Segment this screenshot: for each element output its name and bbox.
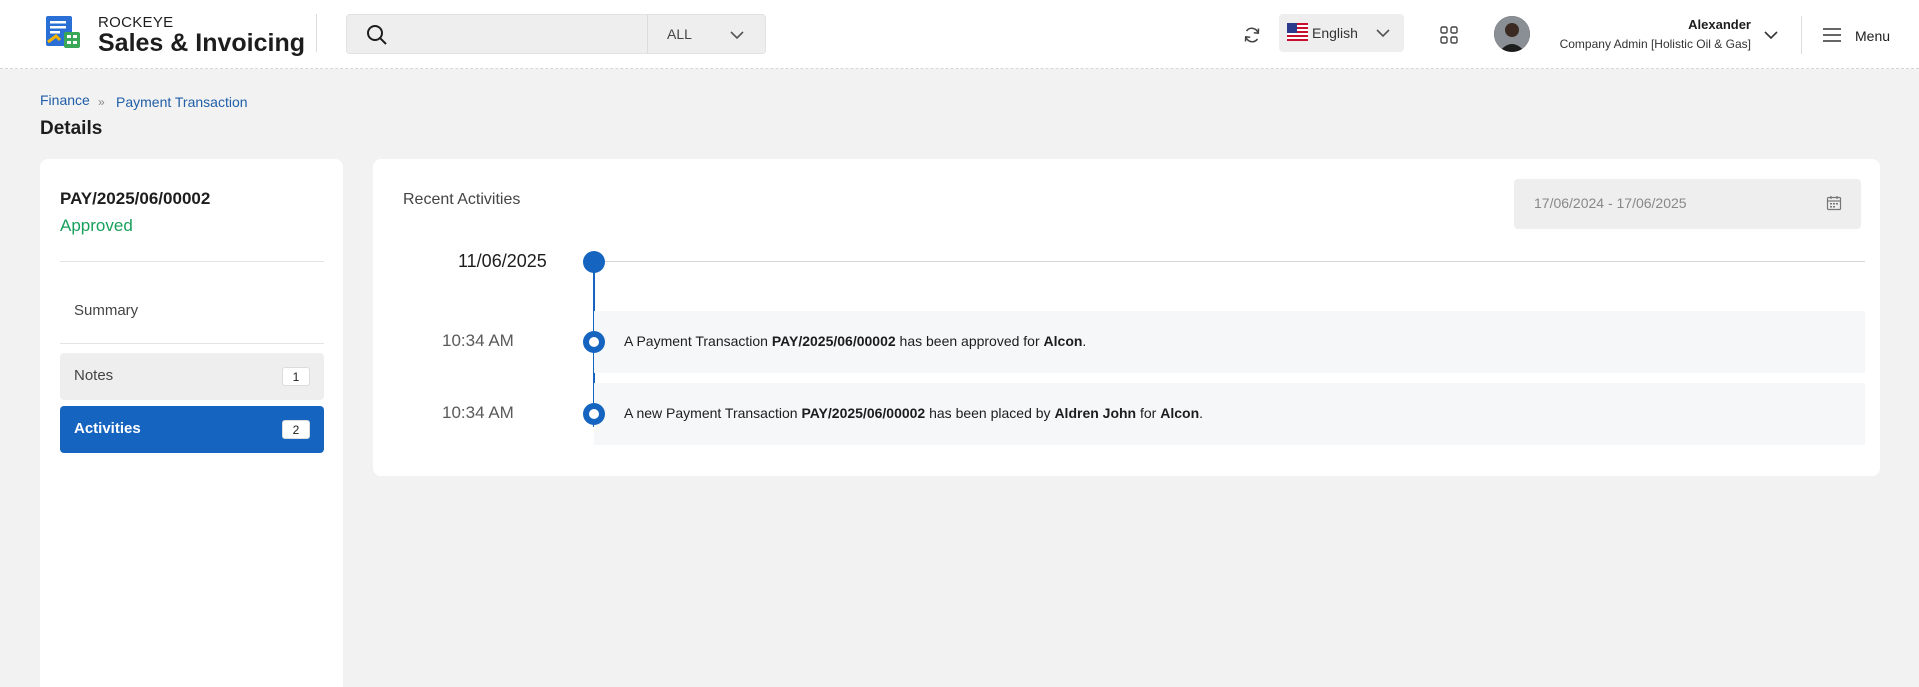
chevron-down-icon [730, 31, 744, 40]
hamburger-menu-icon[interactable] [1822, 27, 1842, 43]
sidebar-item-label: Summary [74, 302, 139, 319]
activity-time: 10:34 AM [442, 403, 514, 422]
header-divider [1801, 16, 1802, 54]
status-badge: Approved [60, 216, 133, 235]
activity-text: A Payment Transaction PAY/2025/06/00002 … [624, 333, 1087, 349]
breadcrumb-finance[interactable]: Finance [40, 92, 90, 108]
activity-time: 10:34 AM [442, 331, 514, 350]
section-title: Recent Activities [403, 191, 521, 208]
timeline-marker [583, 403, 605, 425]
activity-item: A Payment Transaction PAY/2025/06/00002 … [594, 311, 1865, 373]
search-icon[interactable] [365, 23, 389, 47]
sidebar-item-summary[interactable]: Summary [60, 292, 324, 332]
activity-item: A new Payment Transaction PAY/2025/06/00… [594, 383, 1865, 445]
timeline-divider [593, 261, 1865, 262]
language-label: English [1312, 25, 1358, 41]
timeline-date-marker [583, 251, 605, 273]
sidebar-item-label: Activities [74, 420, 141, 437]
search-scope-select[interactable]: ALL [647, 15, 766, 53]
divider [60, 343, 324, 344]
calendar-icon[interactable] [1826, 195, 1842, 211]
brand-app-name[interactable]: Sales & Invoicing [98, 29, 305, 58]
date-range-value: 17/06/2024 - 17/06/2025 [1534, 195, 1687, 211]
user-role: Company Admin [Holistic Oil & Gas] [1559, 37, 1751, 51]
language-selector[interactable]: English [1279, 14, 1404, 52]
global-search: ALL [346, 14, 766, 54]
search-input[interactable] [399, 21, 639, 49]
page-title: Details [40, 118, 103, 139]
breadcrumb-separator-icon: » [98, 95, 105, 109]
user-avatar[interactable] [1494, 16, 1530, 52]
sidebar-item-notes[interactable]: Notes 1 [60, 353, 324, 400]
details-sidebar: PAY/2025/06/00002 Approved Summary Notes… [40, 159, 343, 687]
count-badge: 1 [282, 367, 310, 386]
sidebar-item-activities[interactable]: Activities 2 [60, 406, 324, 453]
timeline-marker [583, 331, 605, 353]
breadcrumb-payment-transaction[interactable]: Payment Transaction [116, 94, 248, 110]
search-scope-label: ALL [667, 26, 692, 42]
user-name[interactable]: Alexander [1688, 17, 1751, 32]
date-range-picker[interactable]: 17/06/2024 - 17/06/2025 [1514, 179, 1861, 229]
apps-grid-icon[interactable] [1440, 26, 1458, 44]
header-divider [316, 14, 317, 52]
timeline-date: 11/06/2025 [458, 251, 547, 271]
document-number: PAY/2025/06/00002 [60, 189, 211, 208]
us-flag-icon [1287, 23, 1308, 41]
activities-panel: Recent Activities 17/06/2024 - 17/06/202… [373, 159, 1880, 476]
chevron-down-icon[interactable] [1762, 26, 1780, 44]
sidebar-item-label: Notes [74, 367, 114, 384]
divider [60, 261, 324, 262]
refresh-icon[interactable] [1242, 25, 1262, 45]
app-logo-icon[interactable] [44, 14, 82, 50]
top-header: ROCKEYE Sales & Invoicing ALL English Al… [0, 0, 1919, 69]
count-badge: 2 [282, 420, 310, 439]
chevron-down-icon [1376, 29, 1390, 38]
activity-text: A new Payment Transaction PAY/2025/06/00… [624, 405, 1204, 421]
menu-button[interactable]: Menu [1855, 28, 1890, 44]
